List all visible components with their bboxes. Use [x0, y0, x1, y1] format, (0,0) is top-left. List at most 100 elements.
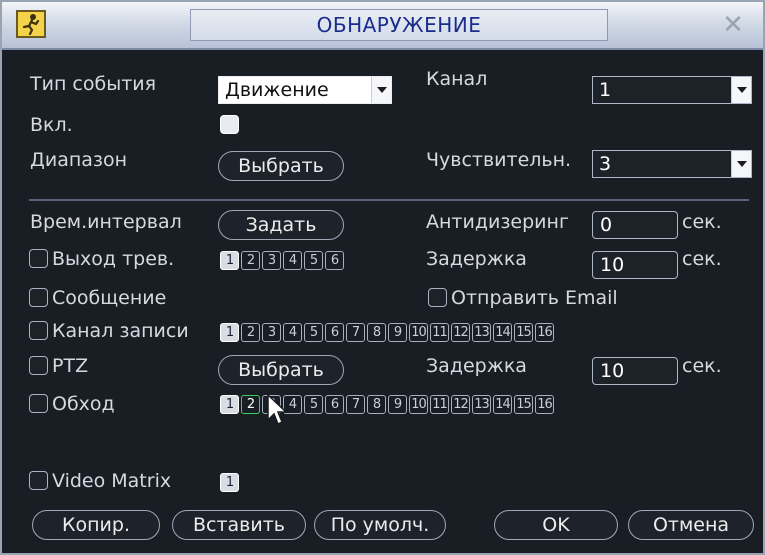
record-channel-label: Канал записи — [52, 320, 189, 342]
channel-toggle-7[interactable]: 7 — [346, 323, 365, 342]
mouse-pointer-icon — [267, 394, 288, 426]
channel-toggle-16[interactable]: 16 — [535, 323, 554, 342]
motion-detection-dialog: ОБНАРУЖЕНИЕ ✕ Тип события Движение Канал… — [0, 0, 765, 555]
channel-toggle-9[interactable]: 9 — [388, 395, 407, 414]
channel-select[interactable]: 1 — [592, 76, 752, 104]
channel-toggle-14[interactable]: 14 — [493, 395, 512, 414]
anti-dither-value: 0 — [600, 214, 613, 236]
sensitivity-label: Чувствительн. — [426, 149, 572, 171]
alarm-out-checkbox[interactable] — [29, 249, 48, 268]
channel-toggle-12[interactable]: 12 — [451, 323, 470, 342]
channel-toggle-5[interactable]: 5 — [304, 251, 323, 270]
channel-toggle-11[interactable]: 11 — [430, 395, 449, 414]
send-email-option[interactable]: Отправить Email — [428, 287, 618, 309]
delay2-value: 10 — [600, 360, 625, 382]
channel-toggle-4[interactable]: 4 — [283, 323, 302, 342]
video-matrix-option[interactable]: Video Matrix — [29, 470, 171, 492]
period-set-button[interactable]: Задать — [218, 210, 344, 240]
channel-toggle-10[interactable]: 10 — [409, 395, 428, 414]
range-select-button[interactable]: Выбрать — [218, 151, 344, 181]
video-matrix-label: Video Matrix — [52, 470, 172, 492]
send-email-label: Отправить Email — [451, 287, 618, 309]
channel-toggle-2[interactable]: 2 — [241, 251, 260, 270]
channel-toggle-3[interactable]: 3 — [262, 251, 281, 270]
divider — [29, 199, 749, 201]
title-bar: ОБНАРУЖЕНИЕ ✕ — [2, 2, 763, 50]
channel-toggle-10[interactable]: 10 — [409, 323, 428, 342]
close-icon[interactable]: ✕ — [714, 10, 752, 40]
channel-toggle-1[interactable]: 1 — [220, 395, 239, 414]
event-type-label: Тип события — [30, 73, 157, 95]
channel-toggle-1[interactable]: 1 — [220, 251, 239, 270]
cancel-button[interactable]: Отмена — [628, 510, 754, 540]
record-channels: 1 2 3 4 5 6 7 8 9 10 11 12 13 14 15 16 — [220, 323, 554, 342]
delay2-unit: сек. — [682, 355, 722, 377]
channel-toggle-5[interactable]: 5 — [304, 395, 323, 414]
chevron-down-icon[interactable] — [731, 77, 751, 103]
channel-value: 1 — [599, 79, 612, 101]
channel-toggle-8[interactable]: 8 — [367, 323, 386, 342]
tour-option[interactable]: Обход — [29, 393, 115, 415]
send-email-checkbox[interactable] — [428, 288, 447, 307]
channel-toggle-1[interactable]: 1 — [220, 323, 239, 342]
message-label: Сообщение — [52, 287, 167, 309]
chevron-down-icon[interactable] — [371, 77, 391, 103]
channel-toggle-7[interactable]: 7 — [346, 395, 365, 414]
paste-button[interactable]: Вставить — [172, 510, 306, 540]
enable-checkbox[interactable] — [220, 115, 239, 134]
anti-dither-input[interactable]: 0 — [592, 211, 678, 239]
channel-toggle-2[interactable]: 2 — [241, 395, 260, 414]
alarm-out-option[interactable]: Выход трев. — [29, 248, 174, 270]
channel-toggle-11[interactable]: 11 — [430, 323, 449, 342]
alarm-out-label: Выход трев. — [52, 248, 175, 270]
tour-checkbox[interactable] — [29, 394, 48, 413]
channel-toggle-13[interactable]: 13 — [472, 323, 491, 342]
ptz-option[interactable]: PTZ — [29, 355, 88, 377]
message-checkbox[interactable] — [29, 288, 48, 307]
channel-toggle-6[interactable]: 6 — [325, 323, 344, 342]
channel-toggle-2[interactable]: 2 — [241, 323, 260, 342]
channel-toggle-1[interactable]: 1 — [220, 473, 239, 492]
channel-toggle-16[interactable]: 16 — [535, 395, 554, 414]
channel-toggle-13[interactable]: 13 — [472, 395, 491, 414]
delay2-input[interactable]: 10 — [592, 357, 678, 385]
sensitivity-select[interactable]: 3 — [592, 150, 752, 178]
enable-label: Вкл. — [30, 114, 73, 136]
alarm-out-channels: 123456 — [220, 251, 344, 270]
tour-label: Обход — [52, 393, 115, 415]
default-button[interactable]: По умолч. — [314, 510, 446, 540]
delay1-label: Задержка — [426, 248, 527, 270]
chevron-down-icon[interactable] — [731, 151, 751, 177]
ok-button[interactable]: OK — [494, 510, 618, 540]
channel-toggle-14[interactable]: 14 — [493, 323, 512, 342]
sensitivity-value: 3 — [599, 153, 612, 175]
ptz-select-button[interactable]: Выбрать — [218, 355, 344, 385]
channel-toggle-15[interactable]: 15 — [514, 395, 533, 414]
delay2-label: Задержка — [426, 355, 527, 377]
copy-button[interactable]: Копир. — [32, 510, 160, 540]
channel-toggle-6[interactable]: 6 — [325, 251, 344, 270]
channel-toggle-5[interactable]: 5 — [304, 323, 323, 342]
channel-toggle-12[interactable]: 12 — [451, 395, 470, 414]
anti-dither-label: Антидизеринг — [426, 211, 569, 233]
event-type-value: Движение — [225, 79, 329, 101]
channel-toggle-4[interactable]: 4 — [283, 251, 302, 270]
message-option[interactable]: Сообщение — [29, 287, 166, 309]
channel-toggle-6[interactable]: 6 — [325, 395, 344, 414]
channel-toggle-8[interactable]: 8 — [367, 395, 386, 414]
video-matrix-checkbox[interactable] — [29, 471, 48, 490]
channel-toggle-15[interactable]: 15 — [514, 323, 533, 342]
record-channel-checkbox[interactable] — [29, 321, 48, 340]
delay1-input[interactable]: 10 — [592, 251, 678, 279]
channel-toggle-3[interactable]: 3 — [262, 323, 281, 342]
video-matrix-channels: 1 — [220, 473, 239, 492]
event-type-select[interactable]: Движение — [218, 76, 392, 104]
ptz-checkbox[interactable] — [29, 356, 48, 375]
ptz-label: PTZ — [52, 355, 89, 377]
channel-toggle-9[interactable]: 9 — [388, 323, 407, 342]
range-label: Диапазон — [30, 149, 128, 171]
dialog-title: ОБНАРУЖЕНИЕ — [190, 9, 608, 41]
record-channel-option[interactable]: Канал записи — [29, 320, 189, 342]
delay1-value: 10 — [600, 254, 625, 276]
channel-label: Канал — [426, 68, 488, 90]
